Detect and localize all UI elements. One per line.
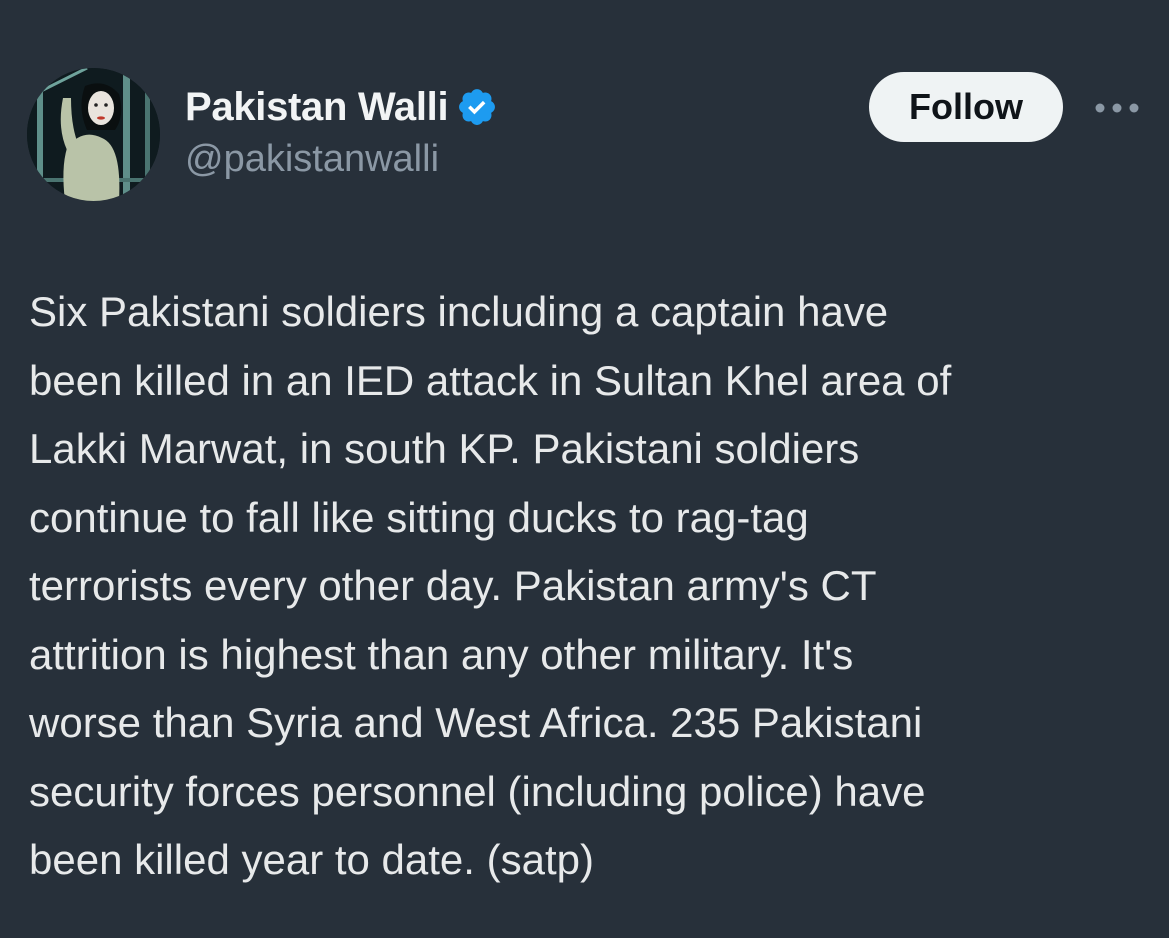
author-handle[interactable]: @pakistanwalli bbox=[185, 138, 439, 181]
tweet-text: Six Pakistani soldiers including a capta… bbox=[29, 288, 952, 883]
more-horizontal-icon bbox=[1095, 103, 1139, 113]
avatar-illustration-icon bbox=[27, 68, 160, 201]
follow-button[interactable]: Follow bbox=[869, 72, 1063, 142]
tweet-card: Pakistan Walli @pakistanwalli Follow Six… bbox=[0, 0, 1169, 938]
author-display-name[interactable]: Pakistan Walli bbox=[185, 85, 449, 130]
verified-badge-icon[interactable] bbox=[456, 86, 498, 128]
author-avatar[interactable] bbox=[27, 68, 160, 201]
more-options-button[interactable] bbox=[1092, 90, 1142, 126]
author-name-row: Pakistan Walli bbox=[185, 80, 498, 134]
